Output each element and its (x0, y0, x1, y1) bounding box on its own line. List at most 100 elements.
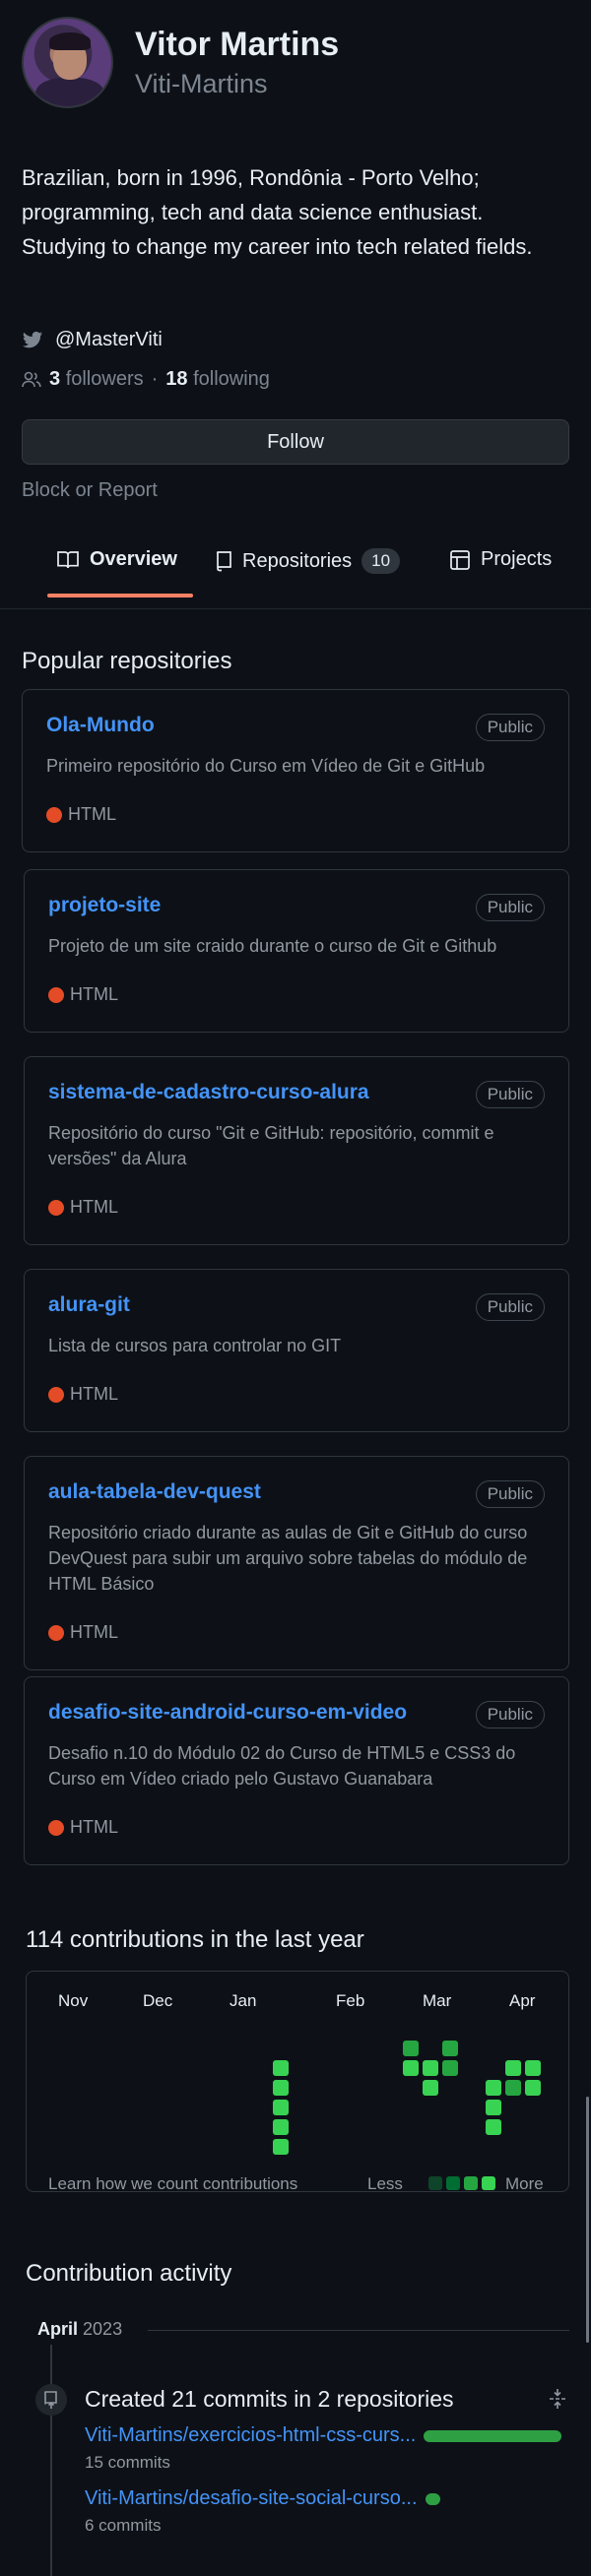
repo-description: Primeiro repositório do Curso em Vídeo d… (46, 756, 486, 776)
repo-description: Desafio n.10 do Módulo 02 do Curso de HT… (48, 1743, 516, 1789)
month-label: Dec (143, 1991, 173, 2010)
contribution-day[interactable] (273, 2119, 289, 2135)
repo-language-label: HTML (70, 984, 118, 1004)
following-link[interactable]: 18 following (165, 368, 270, 391)
contribution-day[interactable] (505, 2060, 521, 2076)
tab-repositories-label: Repositories (242, 549, 353, 572)
language-color-dot (48, 1199, 64, 1216)
activity-title: Contribution activity (26, 2260, 232, 2287)
repositories-counter: 10 (361, 548, 401, 574)
twitter-link[interactable]: @MasterViti (22, 329, 163, 351)
tab-projects-label: Projects (481, 548, 553, 570)
month-label: Nov (58, 1991, 89, 2010)
fold-icon[interactable] (548, 2388, 567, 2415)
timeline-line (50, 2345, 52, 2576)
profile-login: Viti-Martins (135, 69, 268, 98)
twitter-icon (22, 331, 43, 347)
scrollbar[interactable] (586, 2097, 589, 2343)
activity-month-name: April (37, 2319, 79, 2339)
tab-overview[interactable]: Overview (56, 548, 177, 571)
language-color-dot (46, 806, 62, 823)
legend-level-3 (464, 2176, 478, 2190)
contribution-day[interactable] (273, 2100, 289, 2115)
month-divider (148, 2330, 569, 2331)
repo-language: HTML (48, 1384, 118, 1405)
contribution-day[interactable] (525, 2060, 541, 2076)
commit-count: 15 commits (85, 2453, 170, 2472)
tab-projects[interactable]: Projects (449, 548, 552, 571)
book-icon (57, 550, 79, 568)
learn-contributions-link[interactable]: Learn how we count contributions (48, 2174, 297, 2194)
repo-link[interactable]: Ola-Mundo (46, 714, 155, 737)
repo-language: HTML (48, 1622, 118, 1643)
month-label: Feb (336, 1991, 365, 2010)
visibility-badge: Public (475, 1293, 545, 1321)
legend-more: More (505, 2174, 544, 2193)
commit-count: 6 commits (85, 2516, 162, 2535)
repo-link[interactable]: desafio-site-android-curso-em-video (48, 1701, 407, 1725)
repo-description: Repositório do curso "Git e GitHub: repo… (48, 1123, 494, 1168)
month-label: Mar (423, 1991, 452, 2010)
visibility-badge: Public (475, 1701, 545, 1728)
contribution-day[interactable] (486, 2100, 501, 2115)
avatar[interactable] (22, 17, 113, 108)
repo-description: Projeto de um site craido durante o curs… (48, 936, 497, 956)
repo-link[interactable]: aula-tabela-dev-quest (48, 1480, 261, 1504)
commit-repo-row: Viti-Martins/desafio-site-social-curso..… (85, 2487, 440, 2536)
legend-level-2 (446, 2176, 460, 2190)
contribution-day[interactable] (273, 2080, 289, 2096)
repo-card: desafio-site-android-curso-em-video Publ… (24, 1676, 569, 1865)
contribution-day[interactable] (423, 2060, 438, 2076)
active-tab-indicator (47, 594, 193, 597)
repo-language-label: HTML (68, 804, 116, 824)
commit-event-title: Created 21 commits in 2 repositories (85, 2386, 454, 2412)
followers-link[interactable]: 3 followers (49, 368, 144, 391)
repo-link[interactable]: sistema-de-cadastro-curso-alura (48, 1081, 369, 1104)
contribution-day[interactable] (442, 2041, 458, 2056)
visibility-badge: Public (475, 1081, 545, 1108)
legend-level-1 (428, 2176, 442, 2190)
followers-label: followers (65, 368, 144, 390)
repo-description: Lista de cursos para controlar no GIT (48, 1336, 342, 1355)
contribution-day[interactable] (403, 2041, 419, 2056)
commit-share-bar (424, 2429, 562, 2442)
tab-repositories[interactable]: Repositories 10 (215, 548, 401, 574)
activity-month: April 2023 (37, 2319, 122, 2340)
repo-link[interactable]: projeto-site (48, 894, 161, 917)
repo-language-label: HTML (70, 1384, 118, 1404)
popular-repos-title: Popular repositories (22, 648, 232, 674)
repo-card: sistema-de-cadastro-curso-alura Public R… (24, 1056, 569, 1245)
follow-button[interactable]: Follow (22, 419, 569, 465)
following-label: following (193, 368, 270, 390)
contribution-day[interactable] (273, 2139, 289, 2155)
visibility-badge: Public (475, 714, 545, 741)
following-count: 18 (165, 368, 188, 390)
table-icon (450, 549, 470, 570)
contribution-day[interactable] (486, 2119, 501, 2135)
contribution-calendar: Nov Dec Jan Feb Mar Apr Learn how we cou… (26, 1971, 569, 2194)
repo-language: HTML (46, 804, 116, 825)
repo-language-label: HTML (70, 1622, 118, 1642)
contribution-day[interactable] (505, 2080, 521, 2096)
repo-language: HTML (48, 1197, 118, 1218)
contribution-day[interactable] (486, 2080, 501, 2096)
block-report-link[interactable]: Block or Report (22, 479, 158, 502)
contribution-day[interactable] (273, 2060, 289, 2076)
contribution-day[interactable] (423, 2080, 438, 2096)
contribution-day[interactable] (442, 2060, 458, 2076)
visibility-badge: Public (475, 894, 545, 921)
repo-language-label: HTML (70, 1197, 118, 1217)
month-label: Jan (230, 1991, 257, 2010)
commit-repo-link[interactable]: Viti-Martins/exercicios-html-css-curs... (85, 2424, 416, 2447)
commit-repo-link[interactable]: Viti-Martins/desafio-site-social-curso..… (85, 2487, 418, 2510)
language-color-dot (48, 1386, 64, 1403)
contribution-day[interactable] (525, 2080, 541, 2096)
visibility-badge: Public (475, 1480, 545, 1508)
repo-card: aula-tabela-dev-quest Public Repositório… (24, 1456, 569, 1670)
repo-language-label: HTML (70, 1817, 118, 1837)
contribution-day[interactable] (403, 2060, 419, 2076)
commit-event-badge (35, 2384, 67, 2416)
repo-link[interactable]: alura-git (48, 1293, 130, 1317)
people-icon (22, 371, 41, 387)
stats-separator: · (151, 368, 159, 390)
